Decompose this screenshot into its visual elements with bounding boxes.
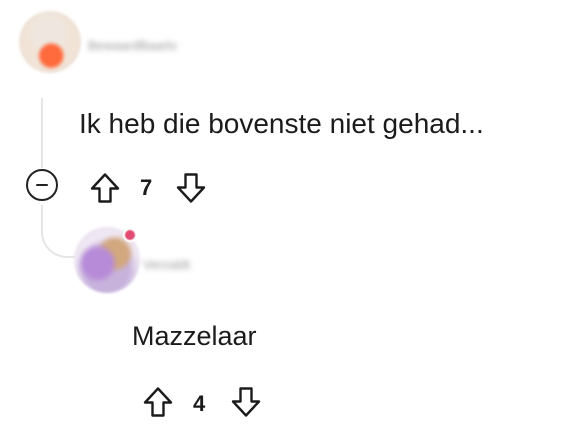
downvote-icon[interactable] (229, 385, 263, 419)
minus-icon (36, 184, 48, 186)
username[interactable]: BewaardBaarlo (88, 38, 177, 53)
upvote-icon[interactable] (88, 171, 122, 205)
reply-connector (41, 218, 75, 258)
username[interactable]: Verzaldt (143, 257, 190, 272)
thread-line[interactable] (41, 98, 43, 168)
comment-text: Mazzelaar (132, 321, 257, 351)
upvote-icon[interactable] (141, 385, 175, 419)
vote-count: 7 (140, 175, 153, 200)
comment-text: Ik heb die bovenste niet gehad... (79, 108, 484, 139)
avatar[interactable] (19, 11, 81, 73)
online-badge (123, 228, 137, 242)
collapse-thread-button[interactable] (26, 169, 58, 201)
vote-count: 4 (193, 391, 206, 416)
downvote-icon[interactable] (174, 171, 208, 205)
